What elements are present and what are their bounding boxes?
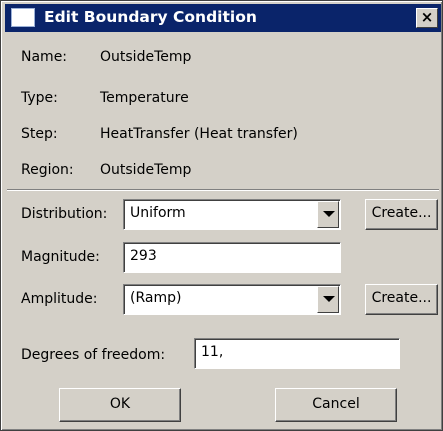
cancel-label: Cancel xyxy=(312,396,360,412)
chevron-down-icon[interactable] xyxy=(317,286,339,313)
edit-boundary-condition-dialog: Edit Boundary Condition × Name: OutsideT… xyxy=(0,0,443,431)
close-icon: × xyxy=(420,8,434,26)
dof-input[interactable]: 11, xyxy=(194,338,400,369)
amplitude-label: Amplitude: xyxy=(21,291,98,307)
dialog-title: Edit Boundary Condition xyxy=(44,8,257,26)
amplitude-value: (Ramp) xyxy=(130,290,182,306)
magnitude-input[interactable]: 293 xyxy=(123,242,341,273)
name-label: Name: xyxy=(21,49,68,65)
distribution-select[interactable]: Uniform xyxy=(123,199,341,230)
distribution-create-label: Create... xyxy=(371,205,432,221)
title-bar[interactable]: Edit Boundary Condition × xyxy=(5,4,441,32)
step-label: Step: xyxy=(21,126,58,142)
distribution-label: Distribution: xyxy=(21,206,108,222)
ok-label: OK xyxy=(109,396,131,412)
dof-label: Degrees of freedom: xyxy=(21,347,166,363)
amplitude-create-label: Create... xyxy=(371,290,432,306)
distribution-value: Uniform xyxy=(130,205,186,221)
amplitude-create-button[interactable]: Create... xyxy=(365,284,438,315)
type-label: Type: xyxy=(21,90,58,106)
separator xyxy=(7,189,439,191)
name-value: OutsideTemp xyxy=(100,49,192,65)
magnitude-value: 293 xyxy=(130,248,157,264)
step-value: HeatTransfer (Heat transfer) xyxy=(100,126,298,142)
window-icon xyxy=(11,8,35,27)
dof-value: 11, xyxy=(201,344,224,360)
chevron-down-icon[interactable] xyxy=(317,201,339,228)
distribution-create-button[interactable]: Create... xyxy=(365,199,438,230)
amplitude-select[interactable]: (Ramp) xyxy=(123,284,341,315)
type-value: Temperature xyxy=(100,90,189,106)
region-value: OutsideTemp xyxy=(100,162,192,178)
cancel-button[interactable]: Cancel xyxy=(275,388,397,422)
region-label: Region: xyxy=(21,162,74,178)
ok-button[interactable]: OK xyxy=(59,388,181,422)
magnitude-label: Magnitude: xyxy=(21,249,100,265)
close-button[interactable]: × xyxy=(416,8,438,28)
